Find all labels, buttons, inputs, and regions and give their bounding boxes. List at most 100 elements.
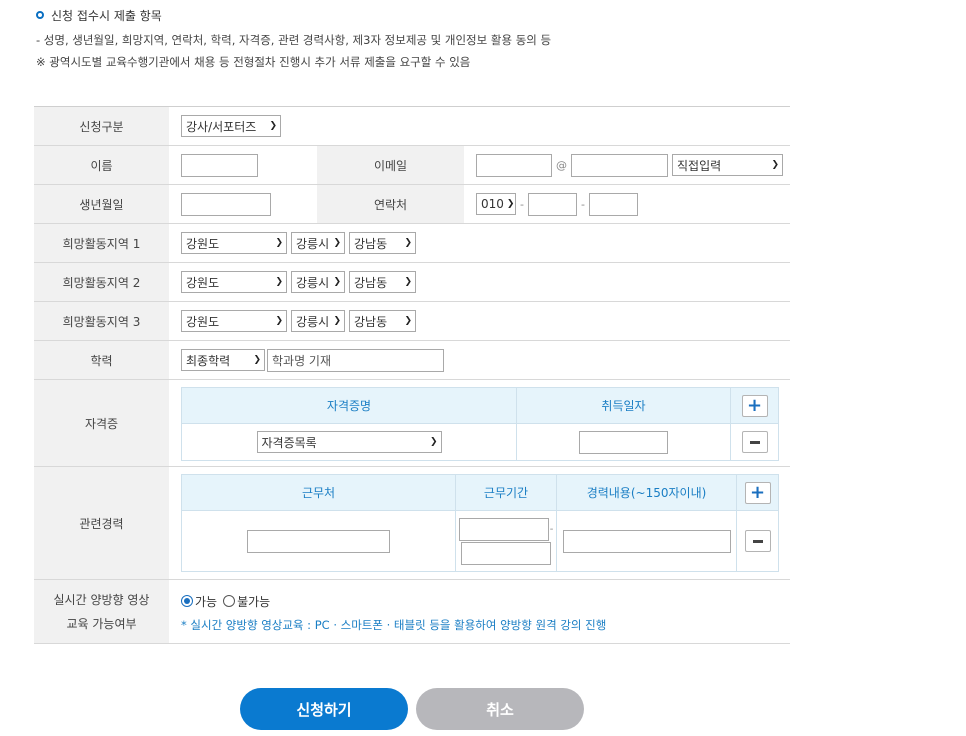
- realtime-no-label: 불가능: [237, 594, 271, 609]
- certificate-add-button[interactable]: +: [741, 394, 768, 417]
- chevron-down-icon: ❯: [506, 199, 515, 209]
- career-col-content: 경력내용(~150자이내): [557, 475, 737, 510]
- row-apply-type: 신청구분 강사/서포터즈 ❯: [34, 107, 790, 146]
- row-birth-phone: 생년월일 연락처 010 ❯ - -: [34, 185, 790, 224]
- region-1-city-select[interactable]: 강릉시 ❯: [291, 232, 345, 254]
- intro-title: 신청 접수시 제출 항목: [36, 6, 551, 24]
- label-name: 이름: [34, 146, 169, 184]
- chevron-down-icon: ❯: [404, 316, 412, 326]
- label-email: 이메일: [317, 146, 464, 184]
- region-3-district-value: 강남동: [354, 314, 388, 329]
- chevron-down-icon: ❯: [771, 160, 779, 170]
- region-1-district-value: 강남동: [354, 236, 388, 251]
- chevron-down-icon: ❯: [269, 121, 277, 131]
- certificate-select-value: 자격증목록: [261, 435, 317, 450]
- career-remove-button[interactable]: [744, 530, 771, 552]
- plus-icon: +: [749, 481, 766, 503]
- label-birth: 생년월일: [34, 185, 169, 223]
- row-region-3: 희망활동지역 3 강원도 ❯ 강릉시 ❯ 강남동 ❯: [34, 302, 790, 341]
- region-3-province-value: 강원도: [186, 314, 220, 329]
- label-realtime-line1: 실시간 양방향 영상: [53, 592, 150, 607]
- application-form: 신청구분 강사/서포터즈 ❯ 이름 이메일 @ 직접입력 ❯ 생년월일 연락처: [34, 106, 790, 644]
- label-region-1: 희망활동지역 1: [34, 224, 169, 262]
- region-2-province-value: 강원도: [186, 275, 220, 290]
- label-phone: 연락처: [317, 185, 464, 223]
- apply-type-value: 강사/서포터즈: [186, 119, 257, 134]
- row-career: 관련경력 근무처 근무기간 경력내용(~150자이내) + -: [34, 467, 790, 580]
- chevron-down-icon: ❯: [404, 238, 412, 248]
- row-name-email: 이름 이메일 @ 직접입력 ❯: [34, 146, 790, 185]
- label-region-3: 희망활동지역 3: [34, 302, 169, 340]
- intro-section: 신청 접수시 제출 항목 - 성명, 생년월일, 희망지역, 연락처, 학력, …: [36, 6, 551, 72]
- region-2-district-select[interactable]: 강남동 ❯: [349, 271, 416, 293]
- birth-input[interactable]: [181, 192, 271, 216]
- label-career: 관련경력: [34, 467, 169, 579]
- certificate-select[interactable]: 자격증목록 ❯: [256, 431, 442, 453]
- realtime-no-radio[interactable]: [223, 595, 236, 607]
- email-id-input[interactable]: [476, 153, 552, 177]
- row-region-1: 희망활동지역 1 강원도 ❯ 강릉시 ❯ 강남동 ❯: [34, 224, 790, 263]
- email-domain-select-value: 직접입력: [677, 158, 722, 173]
- region-1-province-select[interactable]: 강원도 ❯: [181, 232, 287, 254]
- chevron-down-icon: ❯: [275, 277, 283, 287]
- region-2-city-value: 강릉시: [296, 275, 330, 290]
- phone-dash-1: -: [520, 197, 524, 211]
- apply-type-select[interactable]: 강사/서포터즈 ❯: [181, 115, 281, 137]
- phone-prefix-value: 010: [481, 197, 504, 211]
- region-2-province-select[interactable]: 강원도 ❯: [181, 271, 287, 293]
- region-2-district-value: 강남동: [354, 275, 388, 290]
- realtime-yes-radio[interactable]: [181, 595, 193, 607]
- chevron-down-icon: ❯: [275, 238, 283, 248]
- phone-middle-input[interactable]: [527, 192, 577, 216]
- certificate-remove-button[interactable]: [741, 431, 768, 453]
- chevron-down-icon: ❯: [333, 238, 341, 248]
- career-period-end-input[interactable]: [461, 541, 551, 565]
- minus-icon: [749, 440, 760, 444]
- career-workplace-input[interactable]: [247, 529, 390, 553]
- label-certificate: 자격증: [34, 380, 169, 466]
- region-2-city-select[interactable]: 강릉시 ❯: [291, 271, 345, 293]
- realtime-note: * 실시간 양방향 영상교육 : PC · 스마트폰 · 태블릿 등을 활용하여…: [181, 618, 607, 632]
- education-level-value: 최종학력: [186, 353, 231, 368]
- chevron-down-icon: ❯: [333, 316, 341, 326]
- career-content-input[interactable]: [562, 529, 731, 553]
- career-period-dash: -: [549, 523, 554, 535]
- chevron-down-icon: ❯: [429, 437, 438, 447]
- intro-line-notice: ※ 광역시도별 교육수행기관에서 채용 등 전형절차 진행시 추가 서류 제출을…: [36, 55, 471, 69]
- label-realtime-line2: 교육 가능여부: [66, 616, 137, 631]
- plus-icon: +: [746, 394, 763, 416]
- chevron-down-icon: ❯: [275, 316, 283, 326]
- region-3-district-select[interactable]: 강남동 ❯: [349, 310, 416, 332]
- career-col-workplace: 근무처: [182, 475, 456, 510]
- row-region-2: 희망활동지역 2 강원도 ❯ 강릉시 ❯ 강남동 ❯: [34, 263, 790, 302]
- label-apply-type: 신청구분: [34, 107, 169, 145]
- career-period-start-input[interactable]: [458, 517, 549, 541]
- bullet-ring-icon: [36, 11, 44, 19]
- certificate-date-input[interactable]: [579, 430, 668, 454]
- email-domain-input[interactable]: [571, 153, 668, 177]
- region-3-city-select[interactable]: 강릉시 ❯: [291, 310, 345, 332]
- intro-title-text: 신청 접수시 제출 항목: [51, 8, 162, 23]
- region-1-district-select[interactable]: 강남동 ❯: [349, 232, 416, 254]
- career-col-period: 근무기간: [456, 475, 557, 510]
- email-at-sign: @: [556, 158, 567, 172]
- education-level-select[interactable]: 최종학력 ❯: [181, 349, 265, 371]
- chevron-down-icon: ❯: [404, 277, 412, 287]
- certificate-col-date: 취득일자: [517, 388, 731, 423]
- major-input[interactable]: 학과명 기재: [267, 348, 444, 372]
- email-domain-select[interactable]: 직접입력 ❯: [672, 154, 783, 176]
- submit-button[interactable]: 신청하기: [240, 688, 408, 730]
- chevron-down-icon: ❯: [333, 277, 341, 287]
- label-realtime: 실시간 양방향 영상 교육 가능여부: [34, 580, 169, 643]
- region-3-province-select[interactable]: 강원도 ❯: [181, 310, 287, 332]
- name-input[interactable]: [181, 153, 258, 177]
- row-realtime: 실시간 양방향 영상 교육 가능여부 가능 불가능 * 실시간 양방향 영상교육…: [34, 580, 790, 644]
- cancel-button[interactable]: 취소: [416, 688, 584, 730]
- chevron-down-icon: ❯: [253, 355, 261, 365]
- label-education: 학력: [34, 341, 169, 379]
- realtime-yes-label: 가능: [195, 594, 218, 609]
- phone-prefix-select[interactable]: 010 ❯: [476, 193, 516, 215]
- phone-last-input[interactable]: [588, 192, 638, 216]
- career-add-button[interactable]: +: [744, 481, 771, 504]
- minus-icon: [752, 539, 763, 543]
